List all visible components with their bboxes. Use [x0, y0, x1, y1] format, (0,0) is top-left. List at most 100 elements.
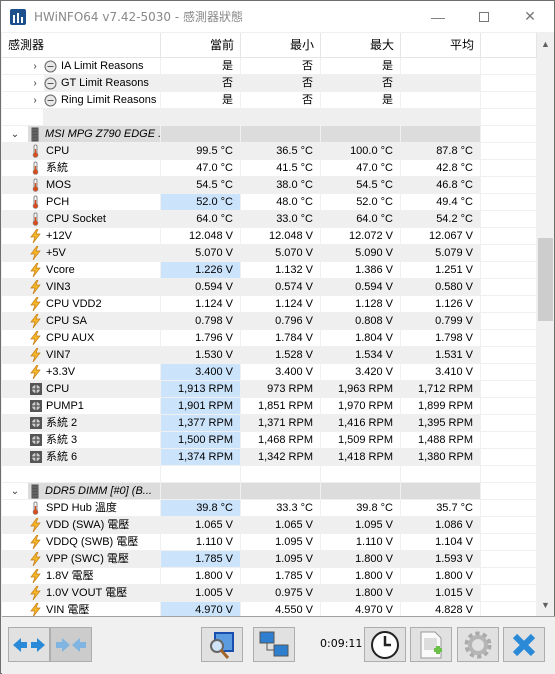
sensor-row[interactable]: +12V 12.048 V 12.048 V 12.072 V 12.067 V [2, 228, 537, 245]
current-value: 47.0 °C [161, 160, 241, 176]
empty-cell [481, 92, 537, 108]
column-header-max[interactable]: 最大 [321, 33, 401, 58]
arrows-out-icon [13, 637, 45, 652]
avg-value: 5.079 V [401, 245, 481, 261]
expand-chevron-icon[interactable]: › [28, 58, 42, 74]
sensor-label: MOS [46, 178, 72, 191]
sensor-row[interactable]: 系統 2 1,377 RPM 1,371 RPM 1,416 RPM 1,395 RPM [2, 415, 537, 432]
scrollbar-thumb[interactable] [538, 237, 553, 322]
avg-value: 1,395 RPM [401, 415, 481, 431]
sensor-row[interactable]: MOS 54.5 °C 38.0 °C 54.5 °C 46.8 °C [2, 177, 537, 194]
title-bar: HWiNFO64 v7.42-5030 - 感測器狀態 — ✕ [1, 1, 554, 32]
vertical-scrollbar[interactable]: ▲ ▼ [537, 33, 554, 616]
lightning-icon [29, 518, 42, 532]
sensor-row[interactable]: CPU SA 0.798 V 0.796 V 0.808 V 0.799 V [2, 313, 537, 330]
empty-cell [481, 330, 537, 346]
monitor-magnifier-icon [210, 631, 234, 659]
table-header: 感測器 當前 最小 最大 平均 [2, 33, 537, 58]
sensor-row[interactable]: › Ring Limit Reasons 是否是 [2, 92, 537, 109]
sensor-name-cell: ⌄ MSI MPG Z790 EDGE ... [2, 126, 161, 142]
sensor-row[interactable]: 1.8V 電壓 1.800 V 1.785 V 1.800 V 1.800 V [2, 568, 537, 585]
minimize-button[interactable]: — [415, 1, 461, 32]
collapse-chevron-icon[interactable]: ⌄ [8, 126, 22, 142]
sensor-row[interactable]: CPU VDD2 1.124 V 1.124 V 1.128 V 1.126 V [2, 296, 537, 313]
sensor-row[interactable]: +5V 5.070 V 5.070 V 5.090 V 5.079 V [2, 245, 537, 262]
current-value: 39.8 °C [161, 500, 241, 516]
fan-icon [29, 416, 42, 430]
scroll-down-arrow-icon[interactable]: ▼ [537, 597, 554, 614]
min-value: 4.550 V [241, 602, 321, 616]
column-header-sensor[interactable]: 感測器 [2, 33, 161, 58]
sensor-row[interactable]: 1.0V VOUT 電壓 1.005 V 0.975 V 1.800 V 1.015 V [2, 585, 537, 602]
sensor-row[interactable]: CPU 99.5 °C 36.5 °C 100.0 °C 87.8 °C [2, 143, 537, 160]
sensor-name-background: +5V [2, 245, 160, 261]
sensor-row[interactable]: VPP (SWC) 電壓 1.785 V 1.095 V 1.800 V 1.593 V [2, 551, 537, 568]
log-button[interactable] [410, 627, 452, 662]
settings-button[interactable] [457, 627, 499, 662]
reset-timer-button[interactable] [364, 627, 406, 662]
min-value: 33.0 °C [241, 211, 321, 227]
sensor-row[interactable]: › GT Limit Reasons 否否否 [2, 75, 537, 92]
min-value: 1.785 V [241, 568, 321, 584]
column-header-empty [481, 33, 537, 58]
close-icon [512, 633, 536, 656]
sensor-row[interactable]: Vcore 1.226 V 1.132 V 1.386 V 1.251 V [2, 262, 537, 279]
sensor-row[interactable]: VDD (SWA) 電壓 1.065 V 1.065 V 1.095 V 1.086 V [2, 517, 537, 534]
sensor-row[interactable]: +3.3V 3.400 V 3.400 V 3.420 V 3.410 V [2, 364, 537, 381]
min-value: 0.975 V [241, 585, 321, 601]
sensor-row[interactable]: CPU Socket 64.0 °C 33.0 °C 64.0 °C 54.2 °C [2, 211, 537, 228]
sensor-row[interactable]: VIN 電壓 4.970 V 4.550 V 4.970 V 4.828 V [2, 602, 537, 616]
network-button[interactable] [253, 627, 295, 662]
thermometer-icon [29, 212, 42, 226]
current-value: 0.594 V [161, 279, 241, 295]
scroll-up-arrow-icon[interactable]: ▲ [537, 36, 554, 53]
sensor-row[interactable]: 系統 6 1,374 RPM 1,342 RPM 1,418 RPM 1,380 RPM [2, 449, 537, 466]
current-value: 1.124 V [161, 296, 241, 312]
min-value: 48.0 °C [241, 194, 321, 210]
current-value [161, 109, 241, 125]
sensor-group-header[interactable]: ⌄ DDR5 DIMM [#0] (B... [2, 483, 537, 500]
sensor-name-background: 系統 [2, 160, 160, 176]
sensor-row[interactable]: CPU 1,913 RPM 973 RPM 1,963 RPM 1,712 RPM [2, 381, 537, 398]
sensor-monitor-button[interactable] [201, 627, 243, 662]
sensor-row[interactable]: 系統 3 1,500 RPM 1,468 RPM 1,509 RPM 1,488 RPM [2, 432, 537, 449]
expand-chevron-icon[interactable]: › [28, 92, 42, 108]
max-value: 64.0 °C [321, 211, 401, 227]
max-value [321, 483, 401, 499]
empty-cell [481, 109, 537, 125]
sensor-group-header[interactable]: ⌄ MSI MPG Z790 EDGE ... [2, 126, 537, 143]
current-value: 1.785 V [161, 551, 241, 567]
max-value: 1.095 V [321, 517, 401, 533]
expand-chevron-icon[interactable]: › [28, 75, 42, 91]
collapse-chevron-icon[interactable]: ⌄ [8, 483, 22, 499]
current-value: 1,374 RPM [161, 449, 241, 465]
column-header-avg[interactable]: 平均 [401, 33, 481, 58]
sensor-name-cell: PUMP1 [2, 398, 161, 414]
min-value: 33.3 °C [241, 500, 321, 516]
sensor-row[interactable]: CPU AUX 1.796 V 1.784 V 1.804 V 1.798 V [2, 330, 537, 347]
sensor-row[interactable]: PUMP1 1,901 RPM 1,851 RPM 1,970 RPM 1,899 RP… [2, 398, 537, 415]
window-close-button[interactable]: ✕ [507, 1, 553, 32]
collapse-columns-button[interactable] [50, 627, 92, 662]
empty-cell [481, 75, 537, 91]
avg-value: 49.4 °C [401, 194, 481, 210]
empty-cell [481, 585, 537, 601]
max-value: 是 [321, 92, 401, 108]
expand-columns-button[interactable] [8, 627, 50, 662]
close-button[interactable] [503, 627, 545, 662]
sensor-row[interactable]: 系統 47.0 °C 41.5 °C 47.0 °C 42.8 °C [2, 160, 537, 177]
avg-value: 1.800 V [401, 568, 481, 584]
column-header-min[interactable]: 最小 [241, 33, 321, 58]
sensor-row[interactable]: SPD Hub 溫度 39.8 °C 33.3 °C 39.8 °C 35.7 °C [2, 500, 537, 517]
max-value: 1.386 V [321, 262, 401, 278]
sensor-row[interactable]: VDDQ (SWB) 電壓 1.110 V 1.095 V 1.110 V 1.104 … [2, 534, 537, 551]
empty-cell [481, 398, 537, 414]
column-header-current[interactable]: 當前 [161, 33, 241, 58]
sensor-name-background: VPP (SWC) 電壓 [2, 551, 160, 567]
maximize-button[interactable] [461, 1, 507, 32]
max-value: 0.594 V [321, 279, 401, 295]
sensor-row[interactable]: VIN7 1.530 V 1.528 V 1.534 V 1.531 V [2, 347, 537, 364]
sensor-row[interactable]: PCH 52.0 °C 48.0 °C 52.0 °C 49.4 °C [2, 194, 537, 211]
sensor-row[interactable]: VIN3 0.594 V 0.574 V 0.594 V 0.580 V [2, 279, 537, 296]
sensor-row[interactable]: › IA Limit Reasons 是否是 [2, 58, 537, 75]
